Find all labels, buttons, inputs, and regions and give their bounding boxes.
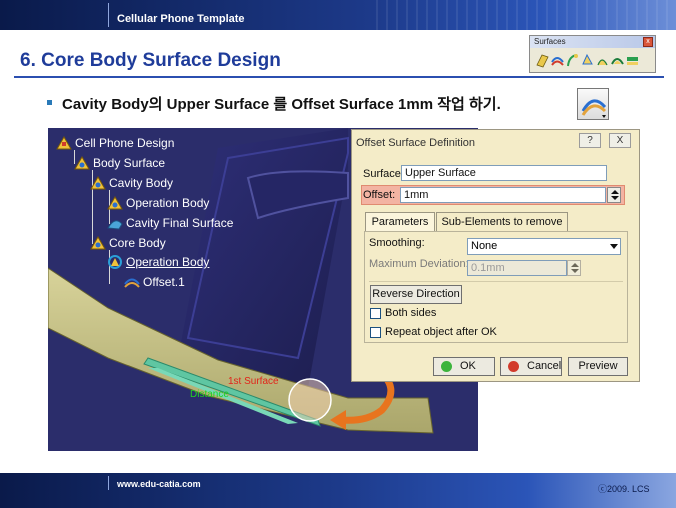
header-divider [108, 3, 109, 27]
tree-item-core-body[interactable]: Core Body [90, 236, 166, 250]
offset-spinner[interactable] [607, 187, 621, 203]
tree-item-operation-body-active[interactable]: Operation Body [107, 255, 209, 269]
extrude-surface-icon[interactable] [536, 52, 549, 68]
max-deviation-spinner [567, 260, 581, 276]
offset-surface-icon [124, 278, 140, 288]
blend-surface-icon[interactable] [611, 52, 624, 68]
geometrical-set-icon [107, 196, 123, 210]
offset-label: Offset: [363, 189, 396, 201]
tree-item-cell-phone-design[interactable]: Cell Phone Design [56, 136, 174, 150]
both-sides-checkbox[interactable] [370, 308, 381, 319]
smoothing-select[interactable]: None [467, 238, 621, 255]
close-icon[interactable]: x [643, 37, 653, 47]
bullet-marker [47, 100, 52, 105]
offset-surface-glyph [581, 99, 607, 118]
title-underline [14, 76, 664, 78]
tree-item-label: Cavity Body [109, 176, 174, 190]
repeat-object-label: Repeat object after OK [385, 326, 497, 338]
surfaces-toolbar[interactable]: Surfaces x [529, 35, 656, 73]
footer-divider [108, 476, 109, 490]
surface-field[interactable]: Upper Surface [401, 165, 607, 181]
surface-label: Surface: [363, 168, 404, 180]
cancel-button[interactable]: Cancel [500, 357, 562, 376]
geometrical-set-icon [74, 156, 90, 170]
dialog-title: Offset Surface Definition [356, 137, 476, 149]
slide-header-bar: Cellular Phone Template [0, 0, 676, 30]
preview-button[interactable]: Preview [568, 357, 628, 376]
offset-surface-icon[interactable] [577, 88, 609, 120]
ok-label: OK [460, 360, 476, 372]
header-stripe-decoration [376, 0, 676, 30]
max-deviation-label: Maximum Deviation: [369, 258, 469, 270]
panel-divider [369, 281, 623, 282]
footer-url[interactable]: www.edu-catia.com [117, 479, 201, 489]
offset-variant-icon[interactable] [626, 52, 639, 68]
tab-sub-elements[interactable]: Sub-Elements to remove [436, 212, 568, 231]
offset-row-highlight: Offset: 1mm [361, 185, 625, 205]
tab-parameters[interactable]: Parameters [365, 212, 435, 232]
slide-footer-bar: www.edu-catia.com ⓒ2009. LCS [0, 473, 676, 508]
part-icon [56, 136, 72, 150]
page-title: 6. Core Body Surface Design [20, 50, 281, 71]
tree-item-label: Operation Body [126, 255, 210, 269]
multi-section-surface-icon[interactable] [596, 52, 609, 68]
smoothing-value: None [471, 240, 498, 252]
tree-item-label: Cavity Final Surface [126, 216, 234, 230]
smoothing-label: Smoothing: [369, 237, 425, 249]
cancel-status-icon [508, 361, 519, 372]
tree-item-label: Core Body [109, 236, 166, 250]
repeat-object-checkbox[interactable] [370, 327, 381, 338]
offset-surface-icon[interactable] [551, 52, 564, 68]
tree-item-label: Cell Phone Design [75, 136, 175, 150]
max-deviation-field: 0.1mm [467, 260, 567, 276]
first-surface-annotation: 1st Surface [228, 376, 279, 387]
offset-surface-dialog: Offset Surface Definition ? X Surface: U… [351, 129, 640, 382]
offset-field[interactable]: 1mm [400, 187, 606, 203]
geometrical-set-icon [108, 255, 122, 269]
tree-item-offset-1[interactable]: Offset.1 [124, 275, 185, 289]
close-button[interactable]: X [609, 133, 631, 148]
chevron-down-icon [610, 244, 618, 249]
header-title: Cellular Phone Template [117, 13, 245, 25]
surfaces-toolbar-icons [536, 52, 639, 68]
parameters-panel: Smoothing: None Maximum Deviation: 0.1mm… [364, 231, 628, 343]
distance-annotation: Distance [190, 389, 229, 400]
instruction-text: Cavity Body의 Upper Surface 를 Offset Surf… [62, 96, 501, 113]
reverse-direction-button[interactable]: Reverse Direction [370, 285, 462, 304]
sweep-surface-icon[interactable] [566, 52, 579, 68]
fill-surface-icon[interactable] [581, 52, 594, 68]
tree-item-operation-body[interactable]: Operation Body [107, 196, 209, 210]
surface-icon [107, 220, 123, 230]
footer-copyright: ⓒ2009. LCS [598, 484, 650, 494]
geometrical-set-icon [90, 176, 106, 190]
cancel-label: Cancel [527, 360, 562, 372]
tree-item-cavity-final-surface[interactable]: Cavity Final Surface [107, 216, 233, 230]
surfaces-toolbar-title: Surfaces [530, 36, 655, 48]
both-sides-label: Both sides [385, 307, 437, 319]
geometrical-set-icon [90, 236, 106, 250]
ok-status-icon [441, 361, 452, 372]
tree-item-body-surface[interactable]: Body Surface [74, 156, 165, 170]
tree-item-cavity-body[interactable]: Cavity Body [90, 176, 173, 190]
tree-item-label: Offset.1 [143, 275, 185, 289]
ok-button[interactable]: OK [433, 357, 495, 376]
help-button[interactable]: ? [579, 133, 601, 148]
tree-item-label: Body Surface [93, 156, 166, 170]
tree-item-label: Operation Body [126, 196, 210, 210]
